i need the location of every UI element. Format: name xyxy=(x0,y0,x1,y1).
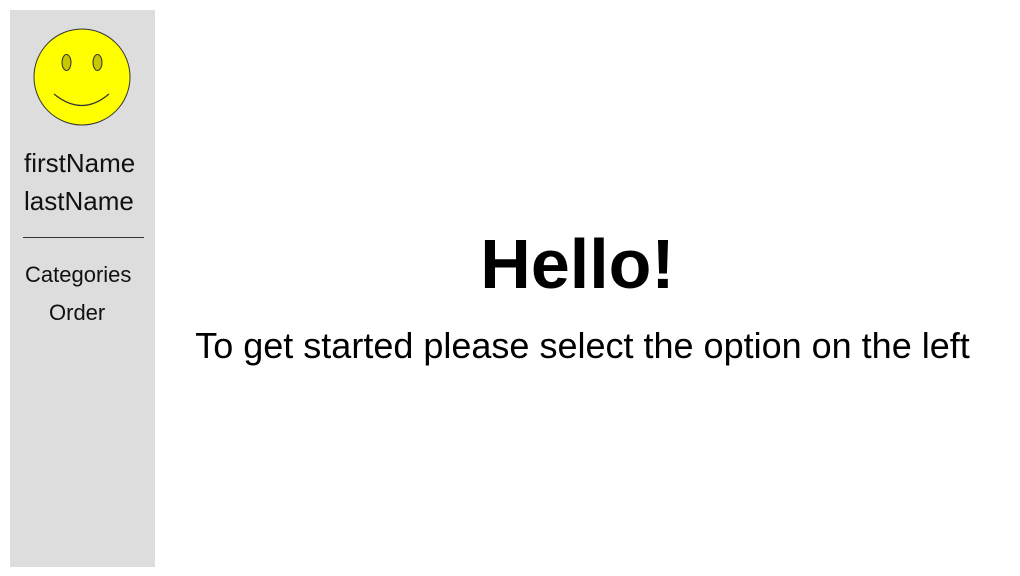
smiley-face-icon xyxy=(33,28,131,126)
user-name: firstName lastName xyxy=(24,144,135,220)
menu-item-categories[interactable]: Categories xyxy=(10,256,155,294)
sidebar-menu: Categories Order xyxy=(10,256,155,332)
menu-item-order[interactable]: Order xyxy=(10,294,155,332)
sidebar: firstName lastName Categories Order xyxy=(10,10,155,567)
welcome-heading: Hello! xyxy=(480,225,675,303)
first-name: firstName xyxy=(24,148,136,178)
welcome-subtitle: To get started please select the option … xyxy=(195,325,970,366)
app-root: firstName lastName Categories Order Hell… xyxy=(0,0,1020,576)
avatar xyxy=(33,28,131,126)
last-name: lastName xyxy=(24,186,134,216)
main-content: Hello! To get started please select the … xyxy=(155,0,1020,576)
sidebar-divider xyxy=(23,237,144,238)
